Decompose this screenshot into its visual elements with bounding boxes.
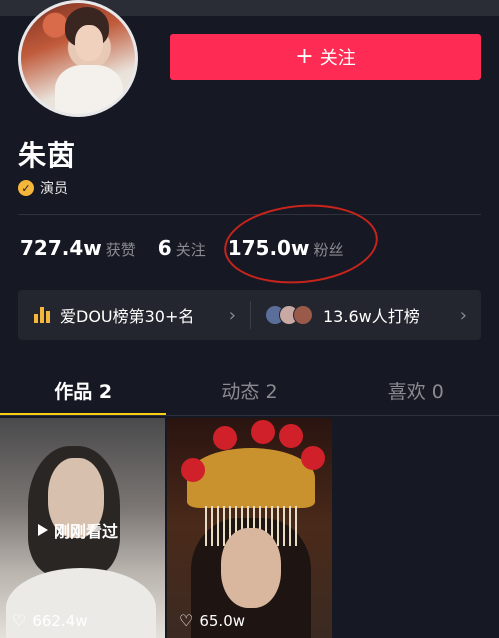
follow-button[interactable]: + 关注 — [170, 34, 481, 80]
avatar[interactable] — [18, 0, 138, 117]
following-label: 关注 — [175, 241, 206, 259]
avatar — [293, 305, 313, 325]
supporters-label: 13.6w人打榜 — [323, 307, 420, 326]
play-icon — [38, 524, 48, 536]
supporter-avatars — [265, 305, 313, 325]
video-likes: ♡ 662.4w — [12, 612, 88, 630]
divider — [0, 415, 499, 416]
tab-activity[interactable]: 动态 2 — [166, 365, 332, 415]
supporters-link[interactable]: 13.6w人打榜 › — [251, 290, 481, 340]
chevron-right-icon: › — [228, 304, 236, 326]
just-watched-badge: 刚刚看过 — [38, 518, 118, 542]
just-watched-label: 刚刚看过 — [54, 522, 119, 541]
video-grid: 刚刚看过 ♡ 662.4w ♡ 65.0w — [0, 418, 499, 638]
likes-stat[interactable]: 727.4w 获赞 — [20, 236, 136, 260]
check-badge-icon: ✓ — [18, 180, 34, 196]
tab-works[interactable]: 作品 2 — [0, 365, 167, 415]
profile-tabs: 作品 2 动态 2 喜欢 0 — [0, 365, 499, 415]
tab-likes[interactable]: 喜欢 0 — [333, 365, 499, 415]
dou-rank-link[interactable]: 爱DOU榜第30+名 › — [18, 290, 250, 340]
annotation-circle — [220, 198, 382, 290]
likes-count: 727.4w — [20, 236, 102, 260]
chevron-right-icon: › — [459, 304, 467, 326]
dou-rank-label: 爱DOU榜第30+名 — [60, 307, 195, 326]
following-count: 6 — [157, 236, 172, 260]
video-likes-count: 662.4w — [32, 612, 88, 630]
likes-label: 获赞 — [105, 241, 136, 259]
verification-label: 演员 — [40, 181, 68, 197]
video-thumbnail[interactable]: ♡ 65.0w — [167, 418, 332, 638]
profile-name: 朱茵 — [18, 139, 77, 172]
heart-outline-icon: ♡ — [179, 611, 194, 630]
video-likes: ♡ 65.0w — [179, 612, 245, 630]
plus-icon: + — [295, 44, 314, 69]
rank-bar: 爱DOU榜第30+名 › 13.6w人打榜 › — [18, 290, 481, 340]
video-thumbnail[interactable]: 刚刚看过 ♡ 662.4w — [0, 418, 165, 638]
following-stat[interactable]: 6 关注 — [158, 236, 206, 260]
profile-page: + 关注 朱茵 ✓ 演员 727.4w 获赞 6 关注 175.0w 粉丝 爱D… — [0, 0, 499, 638]
bar-chart-icon — [34, 307, 50, 323]
follow-label: 关注 — [319, 48, 356, 69]
heart-outline-icon: ♡ — [12, 611, 27, 630]
divider — [18, 214, 481, 215]
verification-row: ✓ 演员 — [18, 178, 68, 198]
video-likes-count: 65.0w — [199, 612, 246, 630]
